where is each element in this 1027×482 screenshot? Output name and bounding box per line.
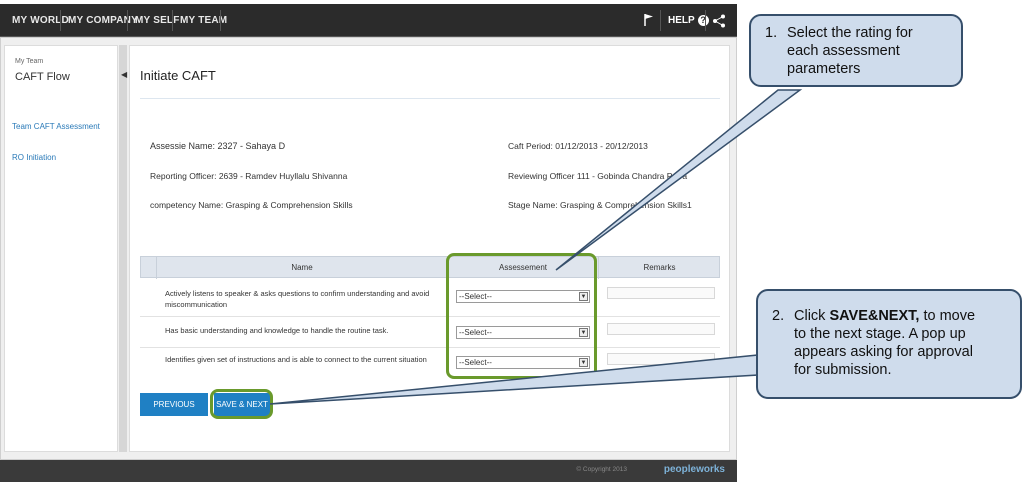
- callout-select-rating: 1. Select the rating for each assessment…: [749, 14, 963, 87]
- screenshot: MY WORLD MY COMPANY MY SELF MY TEAM HELP…: [0, 0, 1027, 482]
- callout-text: Click SAVE&NEXT, to move to the next sta…: [794, 307, 975, 379]
- callout-line: each assessment: [787, 43, 900, 59]
- callout-text: Select the rating for each assessment pa…: [787, 24, 913, 78]
- callout-line: for submission.: [794, 362, 892, 378]
- callout-line: Select the rating for: [787, 25, 913, 41]
- callout-number: 1.: [765, 25, 778, 41]
- callout-line: parameters: [787, 61, 861, 77]
- callout-text-part: to move: [919, 308, 976, 324]
- callout-number: 2.: [772, 308, 785, 324]
- callout-text-bold: SAVE&NEXT,: [829, 308, 920, 324]
- callout-line: appears asking for approval: [794, 344, 973, 360]
- callout-save-next: 2. Click SAVE&NEXT, to move to the next …: [756, 289, 1022, 399]
- callout-line: to the next stage. A pop up: [794, 326, 966, 342]
- callout-line: Click SAVE&NEXT, to move: [794, 307, 975, 325]
- callout-text-part: Click: [794, 308, 830, 324]
